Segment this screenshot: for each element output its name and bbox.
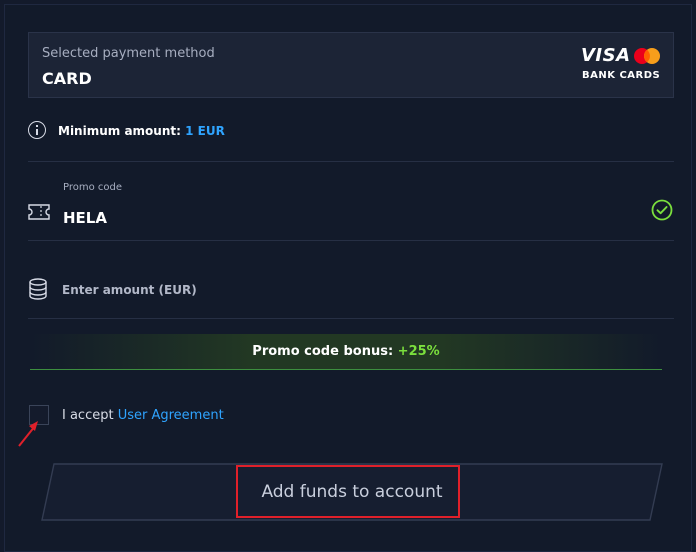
payment-method-label: Selected payment method	[42, 46, 215, 61]
promo-code-field[interactable]: HELA	[63, 209, 107, 227]
user-agreement-prefix: I accept	[62, 408, 114, 423]
divider	[28, 161, 674, 162]
promo-bonus-label: Promo code bonus:	[252, 344, 394, 359]
check-circle-icon	[651, 199, 673, 221]
coins-icon	[29, 278, 47, 300]
visa-logo: VISA	[581, 45, 631, 66]
highlight-box-annotation	[236, 465, 460, 518]
promo-code-label: Promo code	[63, 182, 123, 193]
ticket-icon	[28, 204, 50, 220]
amount-input[interactable]	[60, 278, 624, 302]
promo-bonus-banner: Promo code bonus: +25%	[30, 334, 662, 370]
minimum-amount-row: Minimum amount: 1 EUR	[28, 120, 668, 144]
minimum-amount-value: 1 EUR	[185, 124, 225, 138]
user-agreement-text: I accept User Agreement	[62, 408, 224, 423]
info-icon	[28, 121, 46, 139]
mastercard-icon	[634, 48, 660, 64]
divider	[28, 240, 674, 241]
red-arrow-annotation	[18, 421, 38, 447]
payment-method-value: CARD	[42, 69, 92, 88]
payment-method-card[interactable]: Selected payment method CARD VISA BANK C…	[28, 32, 674, 98]
bank-cards-caption: BANK CARDS	[582, 70, 661, 81]
user-agreement-link[interactable]: User Agreement	[118, 408, 224, 423]
divider	[28, 318, 674, 319]
minimum-amount-text: Minimum amount: 1 EUR	[58, 124, 225, 138]
promo-bonus-value: +25%	[397, 344, 440, 359]
minimum-amount-label: Minimum amount:	[58, 124, 181, 138]
